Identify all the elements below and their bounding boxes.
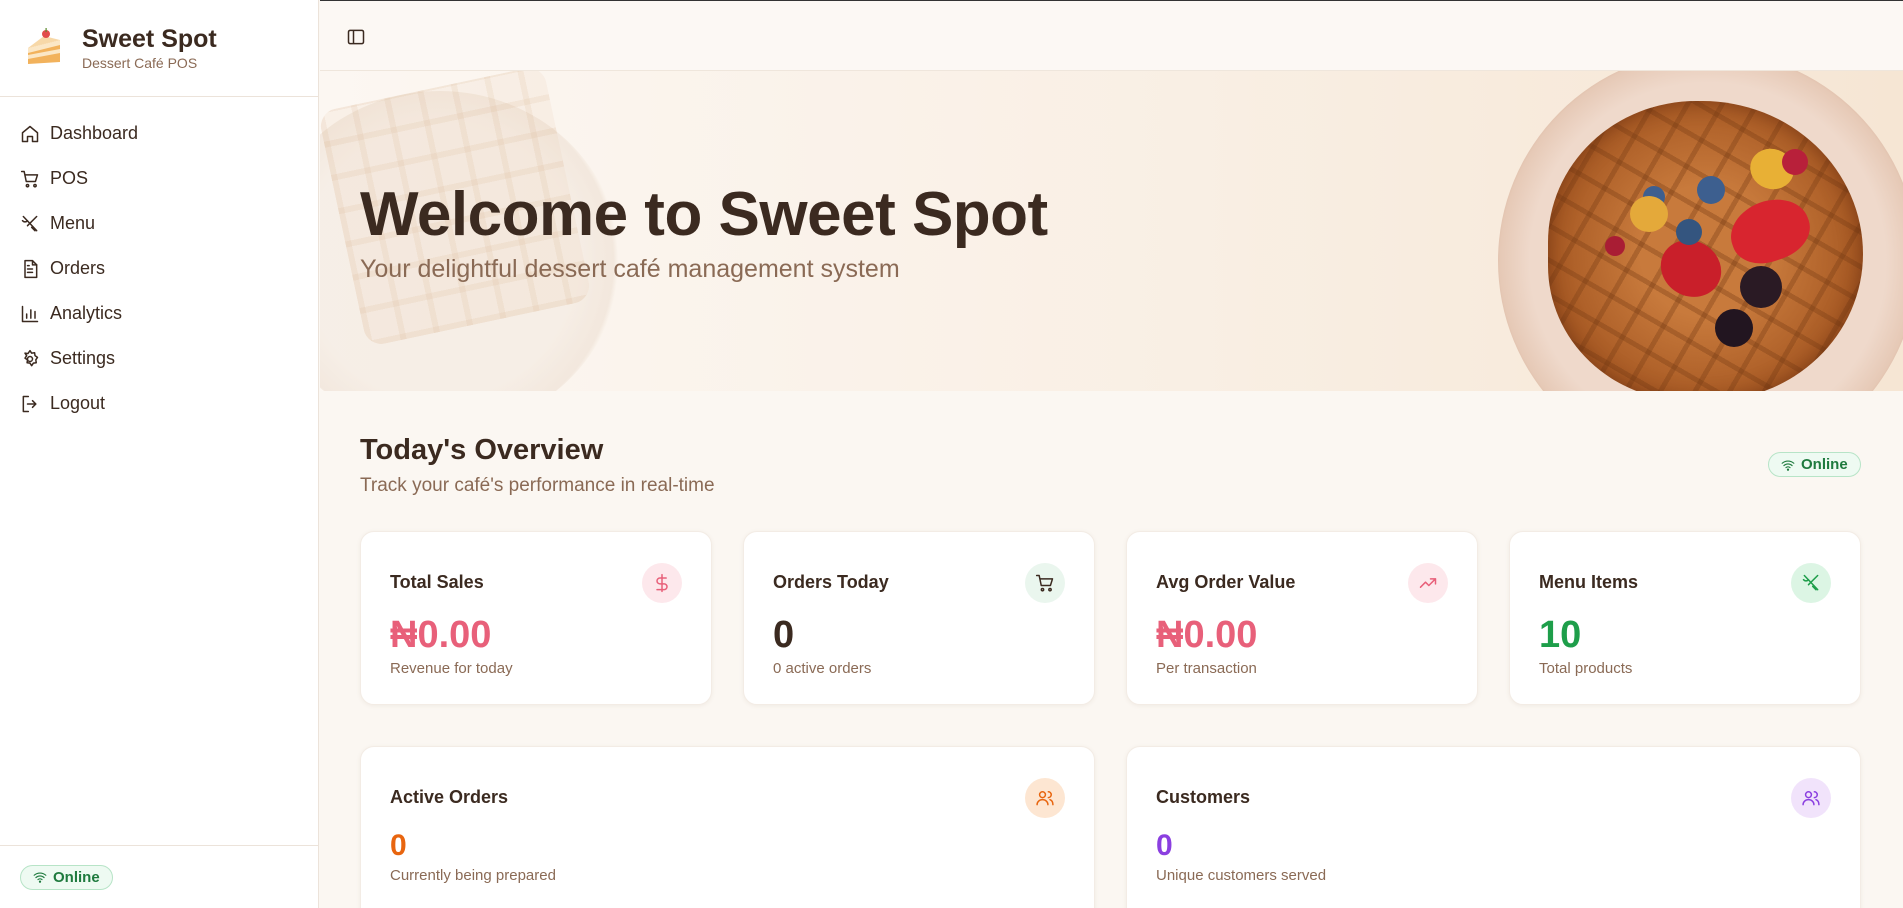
bar-chart-icon [21,305,39,322]
logout-icon [22,395,37,412]
overview-header: Today's Overview Track your café's perfo… [360,434,715,497]
status-badge: Online [20,864,113,890]
card-label: Total Sales [390,572,484,592]
card-value: 0 [773,614,795,656]
card-icon-badge [1791,778,1831,818]
stat-card-customers: Customers 0 Unique customers served [1126,746,1861,908]
sidebar-item-logout[interactable]: Logout [0,381,318,426]
card-icon-badge [1025,563,1065,603]
sidebar-item-analytics[interactable]: Analytics [0,291,318,336]
hero-title: Welcome to Sweet Spot [360,180,1048,249]
blackberry-image [1715,309,1753,347]
card-value: ₦0.00 [1156,614,1258,656]
overview-status-badge: Online [1768,452,1861,477]
sidebar-item-dashboard[interactable]: Dashboard [0,111,318,156]
brand[interactable]: Sweet Spot Dessert Café POS [0,0,318,97]
status-text: Online [53,868,100,886]
hero-subtitle: Your delightful dessert café management … [360,255,900,283]
sidebar-nav: Dashboard POS Menu Orders Analytics Sett… [0,97,318,845]
status-text: Online [1801,456,1848,473]
wifi-icon [1781,459,1795,471]
stat-card-total-sales: Total Sales ₦0.00 Revenue for today [360,531,712,705]
users-icon [1802,791,1820,806]
card-icon-badge [1791,563,1831,603]
card-note: Per transaction [1156,660,1257,677]
hero-banner: Welcome to Sweet Spot Your delightful de… [320,71,1903,391]
overview-subtitle: Track your café's performance in real-ti… [360,475,715,496]
card-label: Customers [1156,787,1251,807]
utensils-icon [21,215,38,231]
card-label: Avg Order Value [1156,572,1296,592]
fig-image [1630,196,1668,232]
stat-card-menu-items: Menu Items 10 Total products [1509,531,1861,705]
raspberry-image [1605,236,1625,256]
blackberry-image [1740,266,1782,308]
card-note: Revenue for today [390,660,513,677]
card-value: 0 [1156,829,1173,862]
blueberry-image [1676,219,1702,245]
card-label: Active Orders [390,787,509,807]
card-note: Total products [1539,660,1633,677]
card-note: 0 active orders [773,660,872,677]
users-icon [1036,791,1054,806]
trending-up-icon [1419,578,1437,588]
brand-subtitle: Dessert Café POS [82,55,198,71]
stat-card-orders-today: Orders Today 0 0 active orders [743,531,1095,705]
gear-icon [24,349,39,366]
sidebar-item-label: Logout [50,393,106,413]
file-icon [24,259,38,278]
cart-icon [1035,574,1054,592]
stat-card-active-orders: Active Orders 0 Currently being prepared [360,746,1095,908]
sidebar-item-pos[interactable]: POS [0,156,318,201]
sidebar-item-label: Settings [50,348,116,368]
sidebar-item-label: POS [50,168,89,188]
home-icon [21,125,39,142]
cart-icon [20,170,39,188]
sidebar-footer: Online [0,845,318,908]
panel-left-icon [347,29,365,45]
blueberry-image [1697,176,1725,204]
raspberry-image [1782,149,1808,175]
card-note: Unique customers served [1156,867,1327,884]
top-bar [320,0,1903,71]
sidebar-item-orders[interactable]: Orders [0,246,318,291]
sidebar-item-label: Orders [50,258,106,278]
wifi-icon [33,872,47,883]
card-icon-badge [1408,563,1448,603]
sidebar: Sweet Spot Dessert Café POS Dashboard PO… [0,0,319,908]
sidebar-item-label: Menu [50,213,96,233]
cake-logo-icon [28,28,60,64]
card-icon-badge [1025,778,1065,818]
sidebar-item-label: Dashboard [50,123,139,143]
brand-title: Sweet Spot [82,25,217,53]
stat-card-avg-order-value: Avg Order Value ₦0.00 Per transaction [1126,531,1478,705]
card-value: ₦0.00 [390,614,492,656]
card-label: Menu Items [1539,572,1639,592]
sidebar-item-settings[interactable]: Settings [0,336,318,381]
card-label: Orders Today [773,572,889,592]
sidebar-item-menu[interactable]: Menu [0,201,318,246]
card-note: Currently being prepared [390,867,556,884]
sidebar-item-label: Analytics [50,303,123,323]
dollar-icon [656,573,668,593]
card-icon-badge [642,563,682,603]
card-value: 0 [390,829,407,862]
card-value: 10 [1539,614,1582,656]
overview-title: Today's Overview [360,434,604,466]
sidebar-toggle-button[interactable] [346,27,366,47]
utensils-icon [1802,574,1819,591]
